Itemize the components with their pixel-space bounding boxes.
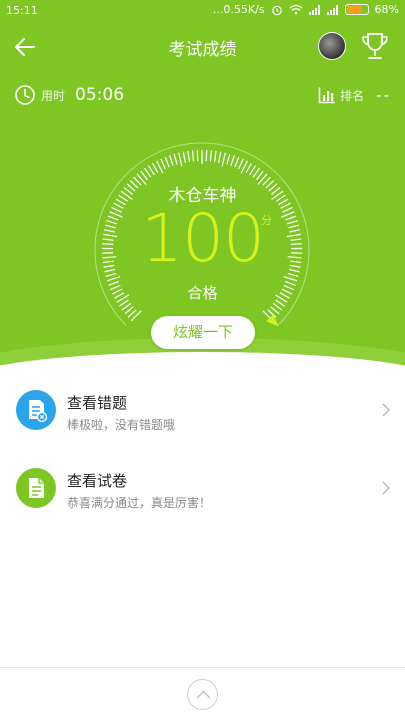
gauge-tick	[151, 162, 159, 174]
gauge-tick	[147, 165, 155, 176]
ranking: 排名 --	[318, 84, 391, 106]
share-button[interactable]: 炫耀一下	[151, 316, 255, 349]
score-unit: 分	[261, 214, 272, 227]
gauge-tick	[106, 275, 121, 282]
list-item-wrong-questions[interactable]: 查看错题 棒极啦，没有错题哦	[0, 372, 405, 448]
scroll-up-button[interactable]	[187, 679, 218, 710]
bar-chart-icon	[318, 87, 335, 104]
alarm-icon	[271, 5, 282, 15]
gauge-tick	[173, 153, 178, 165]
time-used-label: 用时	[41, 88, 66, 103]
status-bar: 15:11 ...0.55K/s 68%	[0, 0, 405, 22]
gauge-tick	[164, 156, 170, 168]
battery-icon	[344, 4, 369, 15]
network-speed: ...0.55K/s	[212, 3, 265, 16]
list-item-exam-paper[interactable]: 查看试卷 恭喜满分通过，真是厉害！	[0, 450, 405, 526]
gauge-tick	[143, 167, 152, 178]
clock-icon	[15, 85, 35, 105]
exam-paper-icon	[16, 468, 56, 508]
gauge-tick	[283, 275, 298, 282]
gauge-tick	[256, 170, 264, 181]
battery-percent: 68%	[374, 3, 399, 16]
chevron-right-icon	[382, 403, 390, 417]
gauge-tick	[245, 162, 253, 174]
score-value: 100	[141, 200, 265, 277]
time-used: 用时 05:06	[14, 84, 124, 106]
gauge-tick	[191, 150, 195, 162]
gauge-tick	[196, 150, 199, 162]
gauge-tick	[272, 302, 283, 311]
wifi-icon	[289, 4, 302, 15]
list-item-subtitle: 恭喜满分通过，真是厉害！	[67, 496, 212, 510]
gauge-tick	[187, 150, 191, 162]
gauge-tick	[213, 150, 217, 162]
avatar[interactable]	[318, 32, 346, 60]
time-used-value: 05:06	[75, 85, 125, 105]
status-time: 15:11	[6, 4, 38, 17]
rank-label: 排名	[340, 88, 365, 103]
trophy-icon[interactable]	[360, 30, 390, 62]
gauge-tick	[249, 165, 257, 176]
chevron-up-icon	[196, 690, 211, 699]
gauge-tick	[230, 155, 236, 167]
chevron-right-icon	[382, 481, 390, 495]
signal-icon-2	[326, 4, 339, 15]
gauge-tick	[209, 150, 213, 162]
gauge-tick	[168, 155, 174, 167]
gauge-tick	[218, 151, 222, 163]
wrong-questions-icon	[16, 390, 56, 430]
gauge-tick	[121, 302, 132, 311]
gauge-tick	[252, 167, 261, 178]
list-item-title: 查看试卷	[67, 472, 128, 490]
gauge-tick	[140, 170, 148, 181]
gauge-tick	[234, 156, 240, 168]
pass-status: 合格	[187, 284, 218, 302]
status-indicators: ...0.55K/s 68%	[213, 3, 399, 16]
list-item-title: 查看错题	[67, 394, 128, 412]
nav-bar: 考试成绩	[0, 22, 405, 70]
gauge-tick	[238, 158, 244, 170]
gauge-tick	[178, 152, 183, 167]
rank-value: --	[376, 86, 391, 104]
gauge-tick	[205, 150, 208, 162]
list-item-subtitle: 棒极啦，没有错题哦	[67, 418, 176, 432]
exam-result-page: 15:11 ...0.55K/s 68% 考试成绩 用时 05:06 排名 --…	[0, 0, 405, 720]
gauge-tick	[226, 153, 231, 165]
gauge-tick	[182, 151, 186, 163]
bottom-divider	[0, 667, 405, 668]
gauge-tick	[221, 152, 226, 167]
signal-icon-1	[308, 4, 321, 15]
gauge-tick	[160, 158, 166, 170]
